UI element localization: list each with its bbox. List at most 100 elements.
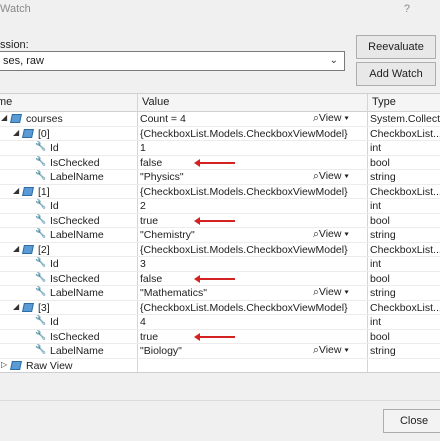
row-name: [0] <box>38 127 50 140</box>
row-value[interactable]: true <box>140 331 362 343</box>
reevaluate-button[interactable]: Reevaluate <box>356 35 436 59</box>
row-name: Id <box>50 200 59 212</box>
table-row[interactable]: 🔧 IsChecked false bool <box>0 156 440 170</box>
property-wrench-icon: 🔧 <box>35 344 47 354</box>
object-icon <box>10 360 22 370</box>
table-row[interactable]: 🔧 IsChecked true bool <box>0 213 440 228</box>
property-wrench-icon: 🔧 <box>35 329 47 340</box>
row-value[interactable]: {CheckboxList.Models.CheckboxViewModel} <box>140 302 362 314</box>
table-row[interactable]: 🔧 IsChecked false bool <box>0 271 440 286</box>
table-row[interactable]: ◢ [0] {CheckboxList.Models.CheckboxViewMod… <box>0 127 440 141</box>
add-watch-button[interactable]: Add Watch <box>356 62 436 86</box>
annotation-arrow <box>194 332 235 341</box>
row-type: int <box>370 200 382 212</box>
table-row[interactable]: 🔧 LabelName "Physics" ⌕View ▾ string <box>0 170 440 185</box>
table-row[interactable]: 🔧 IsChecked true bool <box>0 329 440 344</box>
footer <box>0 400 440 441</box>
help-button[interactable]: ? <box>404 3 410 15</box>
row-name: LabelName <box>50 345 104 357</box>
property-wrench-icon: 🔧 <box>35 315 47 325</box>
row-name: [3] <box>38 301 50 314</box>
header-value[interactable]: Value <box>142 96 169 108</box>
table-row[interactable]: 🔧 Id 4 int <box>0 315 440 330</box>
row-value[interactable]: 1 <box>140 142 362 154</box>
property-wrench-icon: 🔧 <box>35 213 47 224</box>
view-visualizer-button[interactable]: ⌕View ▾ <box>313 170 349 183</box>
table-row[interactable]: ◢ [2] {CheckboxList.Models.CheckboxViewMod… <box>0 243 440 257</box>
row-value[interactable]: 2 <box>140 200 362 212</box>
object-icon <box>22 302 34 312</box>
object-icon <box>22 186 34 196</box>
expression-input[interactable]: ses, raw ⌄ <box>0 51 345 71</box>
table-row[interactable]: 🔧 LabelName "Chemistry" ⌕View ▾ string <box>0 228 440 243</box>
collapse-icon[interactable]: ◢ <box>13 186 19 195</box>
row-type: CheckboxList.... <box>370 243 440 256</box>
property-wrench-icon: 🔧 <box>35 257 47 267</box>
property-wrench-icon: 🔧 <box>35 141 47 151</box>
row-value[interactable]: {CheckboxList.Models.CheckboxViewModel} <box>140 244 362 256</box>
watch-grid: me Value Type ◢coursesCount = 4⌕View ▾Sy… <box>0 93 440 373</box>
window-title: Watch <box>0 3 31 15</box>
table-row[interactable]: ◢ [1] {CheckboxList.Models.CheckboxViewMod… <box>0 185 440 199</box>
row-type: string <box>370 345 396 357</box>
chevron-down-icon[interactable]: ⌄ <box>330 55 338 66</box>
row-name: IsChecked <box>50 156 100 169</box>
object-icon <box>22 244 34 254</box>
collapse-icon[interactable]: ◢ <box>13 244 19 253</box>
row-value[interactable]: false <box>140 273 362 285</box>
row-type: CheckboxList.... <box>370 185 440 198</box>
view-visualizer-button[interactable]: ⌕View ▾ <box>313 344 349 357</box>
row-type: System.Collect... <box>370 113 440 125</box>
row-name: IsChecked <box>50 330 100 343</box>
row-value[interactable]: 4 <box>140 316 362 328</box>
property-wrench-icon: 🔧 <box>35 271 47 282</box>
table-row[interactable]: ◢ [3] {CheckboxList.Models.CheckboxViewMod… <box>0 301 440 315</box>
row-name: LabelName <box>50 287 104 299</box>
row-name: Id <box>50 142 59 154</box>
row-value[interactable]: {CheckboxList.Models.CheckboxViewModel} <box>140 128 362 140</box>
close-button[interactable]: Close <box>383 409 440 433</box>
property-wrench-icon: 🔧 <box>35 170 47 180</box>
collapse-icon[interactable]: ◢ <box>13 302 19 311</box>
table-row[interactable]: ▷ Raw View <box>0 359 440 373</box>
row-name: LabelName <box>50 229 104 241</box>
object-icon <box>22 128 34 138</box>
row-name: [2] <box>38 243 50 256</box>
table-row[interactable]: 🔧 Id 3 int <box>0 257 440 272</box>
row-name: [1] <box>38 185 50 198</box>
row-value[interactable]: true <box>140 215 362 227</box>
table-row[interactable]: ◢coursesCount = 4⌕View ▾System.Collect..… <box>0 112 440 127</box>
row-value[interactable]: false <box>140 157 362 169</box>
property-wrench-icon: 🔧 <box>35 228 47 238</box>
row-type: string <box>370 229 396 241</box>
row-name: courses <box>26 113 63 125</box>
table-row[interactable]: 🔧 Id 2 int <box>0 199 440 214</box>
row-value[interactable]: {CheckboxList.Models.CheckboxViewModel} <box>140 186 362 198</box>
row-type: bool <box>370 330 390 343</box>
grid-header: me Value Type <box>0 94 440 112</box>
row-type: string <box>370 287 396 299</box>
row-name: Raw View <box>26 359 73 372</box>
row-type: bool <box>370 156 390 169</box>
title-bar: Watch ? <box>0 0 440 22</box>
row-name: Id <box>50 316 59 328</box>
row-type: bool <box>370 272 390 285</box>
property-wrench-icon: 🔧 <box>35 199 47 209</box>
collapse-icon[interactable]: ◢ <box>1 113 7 122</box>
expand-icon[interactable]: ▷ <box>1 360 7 369</box>
row-value[interactable]: 3 <box>140 258 362 270</box>
table-row[interactable]: 🔧 Id 1 int <box>0 141 440 156</box>
row-type: string <box>370 171 396 183</box>
view-visualizer-button[interactable]: ⌕View ▾ <box>313 228 349 241</box>
row-type: int <box>370 258 382 270</box>
header-name[interactable]: me <box>0 96 12 108</box>
collapse-icon[interactable]: ◢ <box>13 128 19 137</box>
view-visualizer-button[interactable]: ⌕View ▾ <box>313 112 349 125</box>
row-type: bool <box>370 214 390 227</box>
expression-value: ses, raw <box>3 55 44 67</box>
object-icon <box>10 114 22 123</box>
header-type[interactable]: Type <box>372 96 396 108</box>
table-row[interactable]: 🔧 LabelName "Biology" ⌕View ▾ string <box>0 344 440 359</box>
table-row[interactable]: 🔧 LabelName "Mathematics" ⌕View ▾ string <box>0 286 440 301</box>
view-visualizer-button[interactable]: ⌕View ▾ <box>313 286 349 299</box>
